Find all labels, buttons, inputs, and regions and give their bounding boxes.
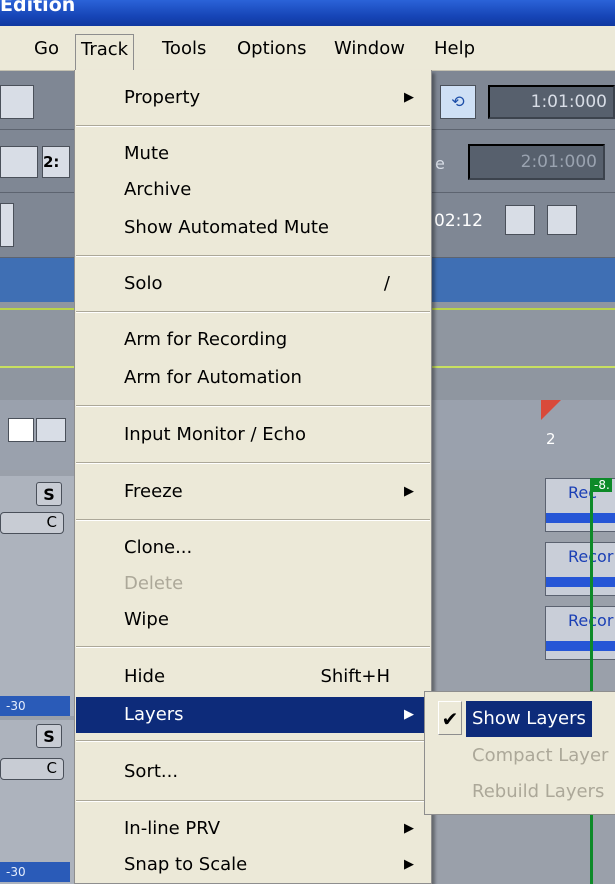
menu-go[interactable]: Go	[34, 34, 59, 64]
solo-button[interactable]: S	[36, 482, 62, 506]
menu-separator	[76, 255, 430, 257]
menu-item-clone[interactable]: Clone...	[76, 530, 430, 566]
menu-item-input-monitor[interactable]: Input Monitor / Echo	[76, 417, 430, 453]
submenu-item-show-layers[interactable]: ✔ Show Layers	[426, 701, 615, 737]
menu-item-show-automated-mute[interactable]: Show Automated Mute	[76, 210, 430, 246]
menu-item-label: Layers	[124, 704, 184, 725]
submenu-item-rebuild-layers[interactable]: Rebuild Layers	[426, 774, 615, 810]
ruler-marker-label: 2	[546, 430, 556, 448]
menu-item-mute[interactable]: Mute	[76, 136, 430, 172]
pan-field-2[interactable]: C	[0, 758, 64, 780]
rewind-button[interactable]	[505, 205, 535, 235]
menu-item-shortcut: Shift+H	[320, 666, 390, 687]
menu-help[interactable]: Help	[434, 34, 475, 64]
submenu-item-label: Show Layers	[466, 701, 592, 737]
waveform	[546, 641, 615, 651]
layers-submenu: ✔ Show Layers Compact Layer Rebuild Laye…	[424, 691, 615, 815]
submenu-arrow-icon: ▶	[404, 484, 414, 499]
menu-separator	[76, 125, 430, 127]
menu-item-label: Property	[124, 87, 201, 108]
menu-separator	[76, 800, 430, 802]
menu-item-shortcut: /	[383, 273, 390, 294]
help-button[interactable]	[0, 85, 34, 119]
menu-item-sort[interactable]: Sort...	[76, 754, 430, 790]
menu-item-label: Delete	[124, 573, 184, 594]
menu-item-label: Input Monitor / Echo	[124, 424, 306, 445]
track-1-controls: S C -30	[0, 476, 75, 716]
window-title-bar: Edition	[0, 0, 615, 26]
audio-clip[interactable]: Recor	[545, 606, 615, 660]
menu-item-wipe[interactable]: Wipe	[76, 602, 430, 638]
time-secondary-label: e	[435, 154, 445, 173]
pan-field[interactable]: C	[0, 512, 64, 534]
menu-item-label: Solo	[124, 273, 163, 294]
marker-flag-icon	[541, 400, 561, 420]
track-2-controls: S C -30	[0, 720, 75, 884]
fast-forward-button[interactable]	[547, 205, 577, 235]
submenu-item-label: Rebuild Layers	[472, 781, 605, 802]
menu-item-property[interactable]: Property ▶	[76, 80, 430, 116]
menu-item-label: Arm for Recording	[124, 329, 288, 350]
menu-item-inline-prv[interactable]: In-line PRV ▶	[76, 811, 430, 847]
time-main-field[interactable]: 1:01:000	[488, 85, 615, 119]
menu-item-label: Mute	[124, 143, 170, 164]
submenu-arrow-icon: ▶	[404, 857, 414, 872]
menu-separator	[76, 740, 430, 742]
menu-item-solo[interactable]: Solo /	[76, 266, 430, 302]
marker-button[interactable]: 2:	[42, 146, 70, 178]
track-menu: Property ▶ Mute Archive Show Automated Mu…	[74, 70, 432, 884]
menu-item-label: Archive	[124, 179, 192, 200]
playhead-line[interactable]	[590, 478, 593, 884]
menu-item-label: Sort...	[124, 761, 179, 782]
menu-tools[interactable]: Tools	[162, 34, 206, 64]
submenu-arrow-icon: ▶	[404, 90, 414, 105]
submenu-arrow-icon: ▶	[404, 707, 414, 722]
menu-item-label: Show Automated Mute	[124, 217, 329, 238]
menu-item-arm-for-automation[interactable]: Arm for Automation	[76, 360, 430, 396]
waveform	[546, 513, 615, 523]
menu-item-label: Wipe	[124, 609, 169, 630]
menu-separator	[76, 519, 430, 521]
solo-button-2[interactable]: S	[36, 724, 62, 748]
track-1-meter: -30	[0, 696, 70, 716]
menu-separator	[76, 405, 430, 407]
menu-item-label: Freeze	[124, 481, 183, 502]
menu-separator	[76, 462, 430, 464]
checkmark-icon: ✔	[438, 701, 462, 735]
window-title: Edition	[0, 0, 76, 16]
track-tool-button[interactable]	[36, 418, 66, 442]
menu-separator	[76, 311, 430, 313]
menu-item-label: Clone...	[124, 537, 193, 558]
submenu-item-compact-layers[interactable]: Compact Layer	[426, 738, 615, 774]
track-dropdown[interactable]	[8, 418, 34, 442]
menu-item-arm-for-recording[interactable]: Arm for Recording	[76, 322, 430, 358]
menu-item-label: Arm for Automation	[124, 367, 302, 388]
menu-item-label: Snap to Scale	[124, 854, 248, 875]
menu-item-snap-to-scale[interactable]: Snap to Scale ▶	[76, 847, 430, 883]
menu-item-archive[interactable]: Archive	[76, 172, 430, 208]
menu-track[interactable]: Track	[75, 34, 135, 71]
loop-icon: ⟲	[451, 92, 465, 111]
audio-clip[interactable]: Recor	[545, 542, 615, 596]
menu-item-delete[interactable]: Delete	[76, 566, 430, 602]
submenu-arrow-icon: ▶	[404, 821, 414, 836]
submenu-item-label: Compact Layer	[472, 745, 609, 766]
menu-window[interactable]: Window	[334, 34, 405, 64]
menu-item-label: In-line PRV	[124, 818, 221, 839]
menu-item-label: Hide	[124, 666, 166, 687]
menu-item-layers[interactable]: Layers ▶	[76, 697, 430, 733]
loop-button[interactable]: ⟲	[440, 85, 476, 119]
time-secondary-field[interactable]: 2:01:000	[468, 144, 605, 180]
menu-options[interactable]: Options	[237, 34, 306, 64]
menu-bar: Go Track Tools Options Window Help	[0, 26, 615, 71]
waveform	[546, 577, 615, 587]
menu-separator	[76, 646, 430, 648]
film-button[interactable]	[0, 146, 38, 178]
menu-item-hide[interactable]: Hide Shift+H	[76, 659, 430, 695]
time-small-readout: 02:12	[434, 211, 483, 231]
side-button[interactable]	[0, 203, 14, 247]
playhead-label: -8.	[592, 478, 612, 492]
menu-item-freeze[interactable]: Freeze ▶	[76, 474, 430, 510]
track-2-meter: -30	[0, 862, 70, 882]
